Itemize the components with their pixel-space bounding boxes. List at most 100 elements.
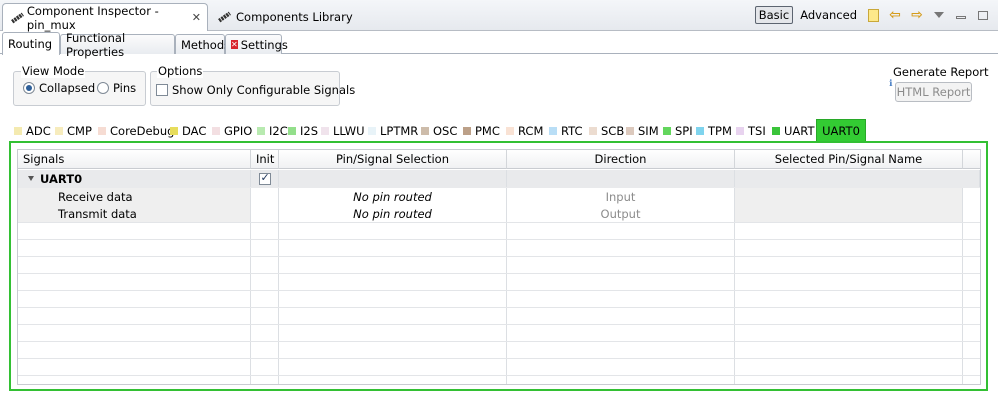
selected-name-cell [735,205,963,222]
col-header-signals[interactable]: Signals [18,150,251,169]
tab-i2c[interactable]: I2C [254,121,288,141]
tab-uart[interactable]: UART [769,121,814,141]
tab-cmp[interactable]: CMP [52,121,92,141]
tab-rtc[interactable]: RTC [546,121,583,141]
row-separator [18,256,980,257]
col-header-pin-selection[interactable]: Pin/Signal Selection [279,150,507,169]
tab-functional-properties[interactable]: Functional Properties [60,31,175,59]
forward-arrow-icon[interactable]: ⇨ [908,6,926,24]
html-report-button[interactable]: HTML Report [895,82,972,102]
collapsed-radio[interactable]: Collapsed [23,81,95,95]
advanced-mode-button[interactable]: Advanced [797,6,860,24]
view-menu-icon[interactable] [930,6,948,24]
pins-radio[interactable]: Pins [97,81,136,95]
tab-tsi-label: TSI [748,124,766,138]
tab-sim-label: SIM [638,124,659,138]
uart-color-icon [772,127,780,135]
tab-component-inspector-label: Component Inspector - pin_mux [26,3,159,32]
col-header-selected-name-label: Selected Pin/Signal Name [774,152,923,166]
row-separator [18,222,980,223]
error-icon: ✕ [231,40,238,49]
lptmr-color-icon [368,127,376,135]
tab-dac-label: DAC [182,124,207,138]
col-header-direction[interactable]: Direction [507,150,735,169]
collapsed-radio-label: Collapsed [39,81,96,95]
tab-routing[interactable]: Routing [2,32,60,55]
tab-components-library[interactable]: Components Library [210,3,359,30]
pin-selection-cell[interactable]: No pin routed [279,205,507,222]
tab-spi[interactable]: SPI [660,121,693,141]
tab-dac[interactable]: DAC [167,121,206,141]
col-header-signals-label: Signals [23,152,65,166]
table-row[interactable]: Receive data No pin routed Input [18,188,980,205]
generate-report-title: Generate Report [893,65,989,79]
direction-cell: Output [507,205,735,222]
collapse-arrow-icon[interactable] [28,176,34,181]
tab-rcm[interactable]: RCM [503,121,543,141]
table-row-group[interactable]: UART0 [18,170,980,188]
row-separator [18,341,980,342]
coredebug-color-icon [98,127,106,135]
tab-settings-label: Settings [240,37,288,52]
html-report-button-label: HTML Report [896,85,971,99]
view-tab-bar: Component Inspector - pin_mux ✕ Componen… [0,0,998,32]
tab-uart0[interactable]: UART0 [816,119,866,141]
rtc-color-icon [549,127,557,135]
rcm-color-icon [506,127,514,135]
tab-tsi[interactable]: TSI [733,121,766,141]
show-configurable-option[interactable]: Show Only Configurable Signals [156,83,355,97]
group-name: UART0 [40,171,83,186]
tab-lptmr[interactable]: LPTMR [365,121,418,141]
signals-table-frame: Signals Init Pin/Signal Selection Direct… [9,141,988,391]
scb-color-icon [589,127,597,135]
tab-scb[interactable]: SCB [586,121,624,141]
tab-osc[interactable]: OSC [418,121,457,141]
pin-selection-value: No pin routed [353,206,432,221]
tab-pmc[interactable]: PMC [460,121,500,141]
tab-gpio[interactable]: GPIO [209,121,252,141]
inspector-tabs: Routing Functional Properties Methods ✕ … [0,31,998,59]
tab-adc-label: ADC [26,124,51,138]
tab-sim[interactable]: SIM [623,121,659,141]
tab-coredebug-label: CoreDebug [110,124,175,138]
maximize-icon[interactable] [974,6,992,24]
row-separator [18,324,980,325]
tab-coredebug[interactable]: CoreDebug [95,121,174,141]
tab-adc[interactable]: ADC [11,121,51,141]
group-init-checkbox[interactable] [258,171,271,185]
tab-component-inspector[interactable]: Component Inspector - pin_mux ✕ [2,3,208,32]
basic-mode-button[interactable]: Basic [754,6,794,24]
row-separator [18,239,980,240]
pmc-color-icon [463,127,471,135]
basic-mode-label: Basic [758,8,790,22]
tab-i2s[interactable]: I2S [285,121,318,141]
col-header-selected-name[interactable]: Selected Pin/Signal Name [735,150,963,169]
note-icon[interactable] [864,6,882,24]
col-header-direction-label: Direction [594,152,647,166]
tab-methods[interactable]: Methods [175,34,230,54]
show-configurable-checkbox[interactable] [156,84,168,96]
table-row[interactable]: Transmit data No pin routed Output [18,205,980,222]
pin-selection-cell[interactable]: No pin routed [279,188,507,205]
adc-color-icon [14,127,22,135]
tab-tpm[interactable]: TPM [693,121,732,141]
pins-radio-button[interactable] [97,82,109,94]
advanced-mode-label: Advanced [800,8,857,22]
row-separator [18,290,980,291]
view-mode-title: View Mode [21,64,86,78]
close-icon[interactable]: ✕ [192,11,201,24]
tab-llwu[interactable]: LLWU [318,121,365,141]
row-separator [18,273,980,274]
col-header-init[interactable]: Init [251,150,279,169]
tab-i2s-label: I2S [300,124,319,138]
row-separator [18,358,980,359]
sim-color-icon [626,127,634,135]
pins-radio-label: Pins [113,81,137,95]
component-plug-icon [9,11,23,25]
collapsed-radio-button[interactable] [23,82,35,94]
minimize-icon[interactable] [952,6,970,24]
back-arrow-icon[interactable]: ⇦ [886,6,904,24]
tab-settings[interactable]: ✕ Settings [225,34,288,54]
tab-methods-label: Methods [181,37,231,52]
init-cell [251,188,279,205]
